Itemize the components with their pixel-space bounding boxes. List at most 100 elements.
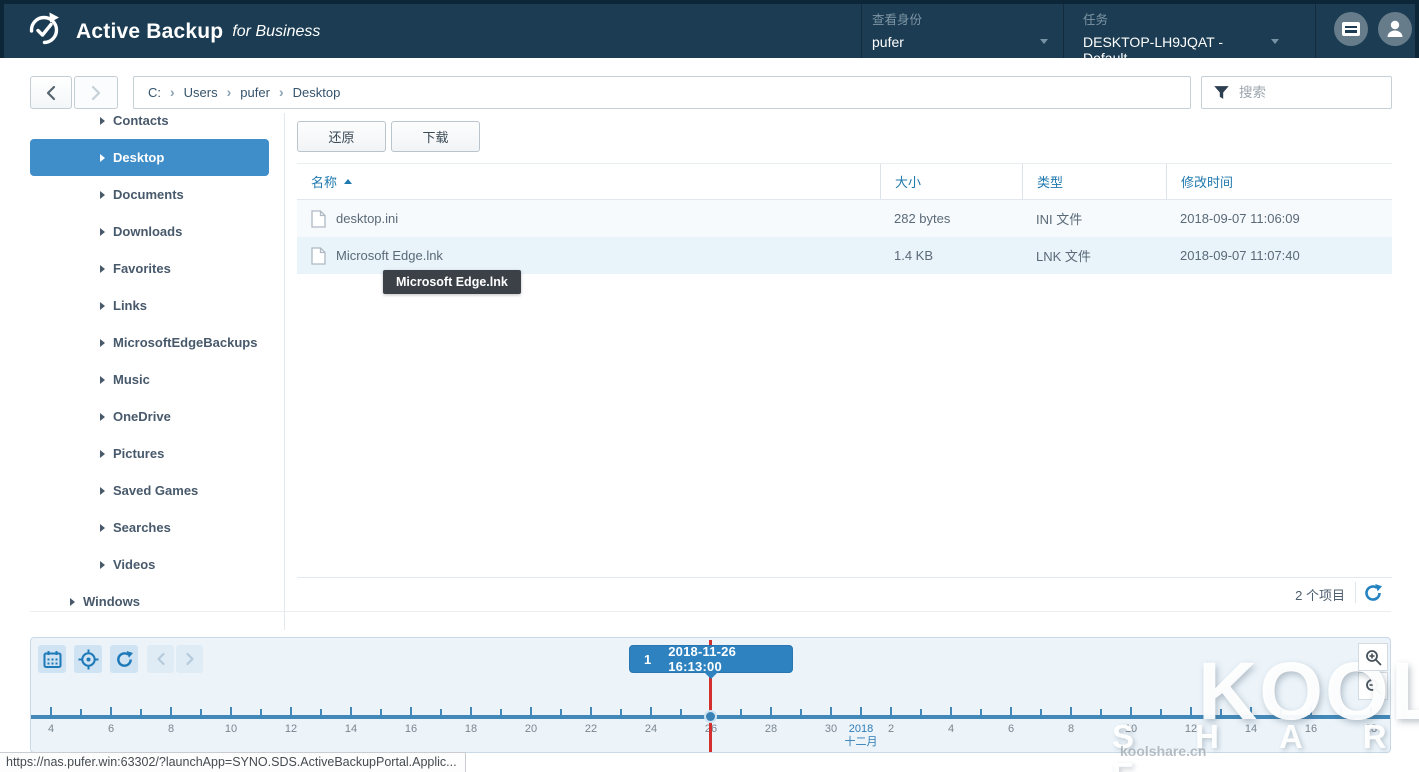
expand-arrow-icon[interactable]: [100, 561, 105, 569]
expand-arrow-icon[interactable]: [100, 450, 105, 458]
sidebar-item-documents[interactable]: Documents: [30, 176, 284, 213]
file-modified: 2018-09-07 11:06:09: [1180, 211, 1300, 226]
expand-arrow-icon[interactable]: [70, 598, 75, 606]
sidebar-item-music[interactable]: Music: [30, 361, 284, 398]
timeline-zoom-out-button[interactable]: [1358, 672, 1388, 700]
chevron-left-icon: [155, 652, 167, 666]
timeline-next-button[interactable]: [176, 645, 203, 673]
file-type: LNK 文件: [1036, 246, 1091, 265]
app-subtitle: for Business: [232, 23, 320, 41]
timeline-handle[interactable]: [704, 710, 717, 723]
user-menu-button[interactable]: [1378, 12, 1412, 46]
browser-status-url: https://nas.pufer.win:63302/?launchApp=S…: [0, 752, 466, 772]
timeline-day-label: 10: [1116, 723, 1146, 735]
sidebar-item-label: Documents: [113, 187, 184, 202]
column-header-name[interactable]: 名称: [297, 164, 880, 199]
restore-button[interactable]: 还原: [297, 121, 386, 152]
timeline-tick: [1160, 709, 1162, 715]
column-header-type[interactable]: 类型: [1022, 164, 1166, 199]
expand-arrow-icon[interactable]: [100, 487, 105, 495]
timeline-tick: [410, 707, 412, 715]
sidebar-item-label: Windows: [83, 594, 140, 609]
search-input[interactable]: [1239, 85, 1379, 100]
expand-arrow-icon[interactable]: [100, 376, 105, 384]
identity-dropdown[interactable]: 查看身份 pufer: [872, 9, 1058, 53]
sidebar-item-pictures[interactable]: Pictures: [30, 435, 284, 472]
expand-arrow-icon[interactable]: [100, 154, 105, 162]
calendar-icon: [43, 650, 62, 669]
month-label: 2018十二月: [839, 723, 883, 748]
expand-arrow-icon[interactable]: [100, 117, 105, 125]
timeline-day-label: 16: [1296, 723, 1326, 735]
timeline-tick: [1040, 709, 1042, 715]
timeline-tick: [800, 709, 802, 715]
sidebar-item-contacts[interactable]: Contacts: [30, 113, 284, 139]
refresh-timeline-button[interactable]: [110, 645, 138, 673]
target-icon: [78, 649, 99, 670]
breadcrumb-item[interactable]: Desktop: [293, 85, 341, 100]
column-header-size[interactable]: 大小: [880, 164, 1022, 199]
timeline-tick: [770, 707, 772, 715]
sidebar-item-desktop[interactable]: Desktop: [30, 139, 269, 176]
breadcrumb-separator-icon: ›: [170, 84, 175, 100]
breadcrumb[interactable]: C:›Users›pufer›Desktop: [133, 76, 1191, 109]
sidebar-item-searches[interactable]: Searches: [30, 509, 284, 546]
file-icon: [311, 247, 326, 265]
timeline-day-label: 24: [636, 723, 666, 735]
breadcrumb-item[interactable]: C:: [148, 85, 161, 100]
timeline-tick: [1010, 707, 1012, 715]
column-header-modified[interactable]: 修改时间: [1166, 164, 1392, 199]
timeline-tick: [860, 707, 862, 715]
sidebar-item-onedrive[interactable]: OneDrive: [30, 398, 284, 435]
timeline-prev-button[interactable]: [147, 645, 174, 673]
sidebar-item-label: Contacts: [113, 113, 169, 128]
expand-arrow-icon[interactable]: [100, 524, 105, 532]
file-row[interactable]: desktop.ini282 bytesINI 文件2018-09-07 11:…: [297, 200, 1392, 237]
timeline-day-label: 12: [276, 723, 306, 735]
sidebar-item-label: OneDrive: [113, 409, 171, 424]
sidebar-item-links[interactable]: Links: [30, 287, 284, 324]
expand-arrow-icon[interactable]: [100, 339, 105, 347]
expand-arrow-icon[interactable]: [100, 413, 105, 421]
breadcrumb-separator-icon: ›: [279, 84, 284, 100]
user-icon: [1378, 12, 1412, 46]
task-dropdown[interactable]: 任务 DESKTOP-LH9JQAT - Default: [1083, 9, 1263, 53]
timeline-tick: [920, 709, 922, 715]
zoom-in-icon: [1365, 649, 1382, 666]
expand-arrow-icon[interactable]: [100, 302, 105, 310]
timeline-tick: [110, 707, 112, 715]
timeline-day-label: 10: [216, 723, 246, 735]
calendar-button[interactable]: [38, 645, 66, 673]
log-button[interactable]: [1334, 12, 1368, 46]
identity-value: pufer: [872, 34, 1058, 50]
sidebar-item-favorites[interactable]: Favorites: [30, 250, 284, 287]
search-box[interactable]: [1201, 76, 1392, 109]
refresh-list-button[interactable]: [1363, 583, 1383, 603]
sidebar-item-downloads[interactable]: Downloads: [30, 213, 284, 250]
back-button[interactable]: [30, 76, 72, 109]
breadcrumb-item[interactable]: Users: [184, 85, 218, 100]
timeline-tick: [1070, 707, 1072, 715]
timeline-zoom-in-button[interactable]: [1358, 643, 1388, 671]
locate-version-button[interactable]: [74, 645, 102, 673]
sidebar-item-saved-games[interactable]: Saved Games: [30, 472, 284, 509]
version-marker[interactable]: 1 2018-11-26 16:13:00: [629, 645, 793, 673]
timeline-tick: [170, 707, 172, 715]
zoom-out-icon: [1365, 678, 1382, 695]
sidebar-item-windows[interactable]: Windows: [30, 583, 284, 620]
download-button[interactable]: 下载: [391, 121, 480, 152]
timeline-day-label: 4: [36, 723, 66, 735]
timeline-tick: [350, 707, 352, 715]
timeline-day-label: 20: [516, 723, 546, 735]
expand-arrow-icon[interactable]: [100, 228, 105, 236]
file-row[interactable]: Microsoft Edge.lnk1.4 KBLNK 文件2018-09-07…: [297, 237, 1392, 274]
forward-button[interactable]: [74, 76, 118, 109]
sidebar-item-microsoftedgebackups[interactable]: MicrosoftEdgeBackups: [30, 324, 284, 361]
timeline-tick: [500, 709, 502, 715]
timeline-tick: [200, 709, 202, 715]
expand-arrow-icon[interactable]: [100, 265, 105, 273]
log-icon: [1342, 22, 1360, 36]
breadcrumb-item[interactable]: pufer: [240, 85, 270, 100]
expand-arrow-icon[interactable]: [100, 191, 105, 199]
sidebar-item-videos[interactable]: Videos: [30, 546, 284, 583]
